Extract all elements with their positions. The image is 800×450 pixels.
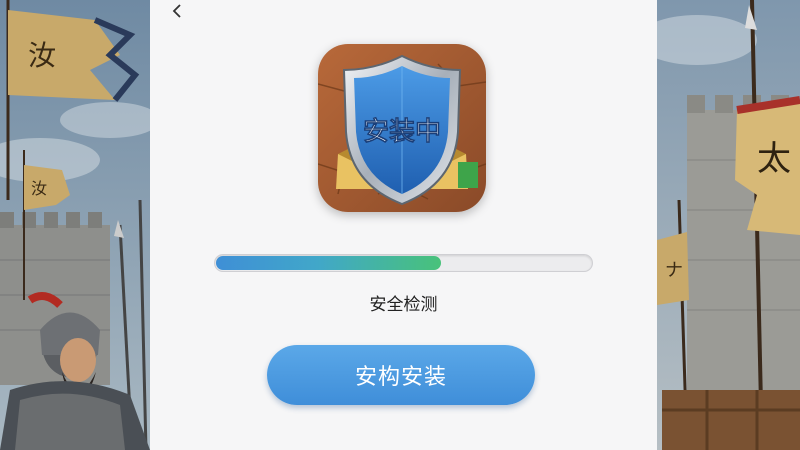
right-flag-text-1: 太 bbox=[757, 139, 791, 179]
install-progress-bar bbox=[214, 254, 593, 272]
right-background-art: 太 ナ bbox=[657, 0, 800, 450]
app-icon-badge-text: 安装中 bbox=[363, 117, 441, 147]
install-progress-fill bbox=[216, 256, 441, 270]
app-icon: 安装中 bbox=[318, 44, 486, 212]
chevron-left-icon bbox=[172, 4, 181, 18]
right-flag-text-2: ナ bbox=[665, 260, 683, 281]
back-button[interactable] bbox=[164, 0, 190, 24]
left-flag-text-1: 汝 bbox=[28, 39, 56, 72]
install-status-text: 安全检测 bbox=[369, 295, 438, 315]
install-panel: 安装中 安全检测 安构安装 bbox=[150, 0, 657, 450]
install-button[interactable]: 安构安装 bbox=[267, 345, 535, 405]
left-background-art: 汝 汝 bbox=[0, 0, 150, 450]
left-flag-text-2: 汝 bbox=[31, 179, 47, 198]
